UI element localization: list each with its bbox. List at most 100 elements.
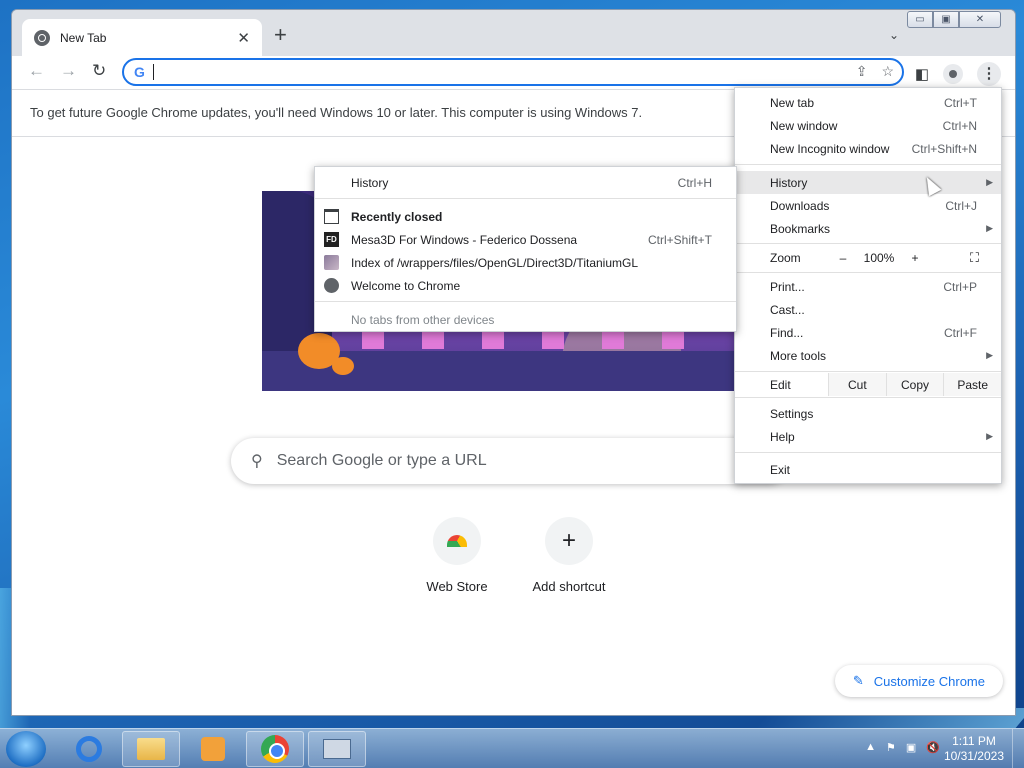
paste-button[interactable]: Paste (943, 373, 1002, 396)
menu-shortcut: Ctrl+N (942, 118, 977, 133)
start-orb-icon[interactable] (6, 731, 46, 767)
tab-strip: New Tab ✕ + ⌄ ▭ ▣ ✕ (12, 10, 1015, 56)
clock-date: 10/31/2023 (943, 749, 1004, 763)
menu-item-new-window[interactable]: New window Ctrl+N (735, 114, 1001, 137)
share-icon[interactable]: ⇪ (856, 63, 868, 80)
menu-divider (735, 164, 1001, 165)
menu-divider (315, 301, 736, 302)
taskbar: ▲ ⚑ ▣ 🔇 1:11 PM 10/31/2023 (0, 728, 1024, 768)
tab-title: New Tab (60, 30, 107, 45)
close-window-button[interactable]: ✕ (959, 11, 1001, 28)
menu-label: Index of /wrappers/files/OpenGL/Direct3D… (351, 255, 639, 270)
menu-edit-row: Edit Cut Copy Paste (735, 373, 1002, 396)
zoom-value: 100% (863, 250, 895, 265)
kebab-menu-icon[interactable]: ⋮ (977, 62, 1001, 86)
new-tab-button[interactable]: + (274, 24, 287, 46)
customize-chrome-button[interactable]: ✎ Customize Chrome (834, 665, 1003, 697)
menu-shortcut: Ctrl+P (943, 279, 977, 294)
menu-label: Mesa3D For Windows - Federico Dossena (351, 232, 578, 247)
ntp-search-box[interactable]: ⚲ Search Google or type a URL (231, 438, 791, 484)
recently-closed-item[interactable]: FD Mesa3D For Windows - Federico Dossena… (315, 228, 736, 251)
menu-label: More tools (770, 348, 827, 363)
menu-shortcut: Ctrl+T (944, 95, 977, 110)
shortcut-label: Web Store (426, 579, 488, 594)
menu-zoom-row: Zoom – 100% + ⛶ (735, 246, 1001, 269)
zoom-label: Zoom (770, 250, 801, 265)
menu-label: Print... (770, 279, 805, 294)
zoom-out-button[interactable]: – (830, 251, 856, 265)
fullscreen-icon[interactable]: ⛶ (970, 250, 979, 266)
menu-label: History (770, 175, 808, 190)
menu-item-bookmarks[interactable]: Bookmarks ▶ (735, 217, 1001, 240)
doodle-flag (662, 331, 684, 349)
show-desktop-button[interactable] (1012, 729, 1024, 768)
cut-button[interactable]: Cut (828, 373, 886, 396)
shortcut-web-store[interactable]: Web Store (401, 517, 513, 594)
menu-divider (735, 371, 1001, 372)
menu-label: Bookmarks (770, 221, 831, 236)
chrome-favicon-icon (34, 29, 50, 46)
windows-explorer-icon (137, 738, 165, 760)
maximize-button[interactable]: ▣ (933, 11, 959, 28)
zoom-in-button[interactable]: + (902, 251, 928, 265)
menu-item-exit[interactable]: Exit (735, 458, 1001, 481)
action-center-icon[interactable]: ⚑ (886, 741, 896, 754)
no-tabs-other-devices: No tabs from other devices (315, 308, 736, 331)
recently-closed-item[interactable]: Index of /wrappers/files/OpenGL/Direct3D… (315, 251, 736, 274)
jack-o-lantern-icon (332, 357, 354, 375)
show-hidden-icons-icon[interactable]: ▲ (865, 741, 876, 754)
menu-item-new-tab[interactable]: New tab Ctrl+T (735, 91, 1001, 114)
side-panel-icon[interactable]: ◧ (915, 65, 929, 83)
omnibox[interactable]: G ⇪ ☆ (122, 58, 904, 86)
tab-search-chevron-icon[interactable]: ⌄ (889, 28, 899, 42)
window-controls: ▭ ▣ ✕ (907, 11, 1001, 28)
taskbar-media-player[interactable] (184, 731, 242, 767)
taskbar-chrome[interactable] (246, 731, 304, 767)
menu-item-help[interactable]: Help ▶ (735, 425, 1001, 448)
menu-divider (735, 397, 1001, 398)
copy-button[interactable]: Copy (885, 373, 944, 396)
volume-muted-icon[interactable]: 🔇 (926, 741, 940, 754)
menu-item-new-incognito[interactable]: New Incognito window Ctrl+Shift+N (735, 137, 1001, 160)
recently-closed-item[interactable]: Welcome to Chrome (315, 274, 736, 297)
tab-close-icon[interactable]: ✕ (237, 29, 250, 47)
network-icon[interactable]: ▣ (906, 741, 916, 754)
forward-arrow-icon[interactable]: → (60, 61, 77, 81)
menu-label: No tabs from other devices (351, 312, 495, 327)
menu-divider (735, 452, 1001, 453)
menu-item-more-tools[interactable]: More tools ▶ (735, 344, 1001, 367)
taskbar-windows-explorer[interactable] (122, 731, 180, 767)
menu-item-cast[interactable]: Cast... (735, 298, 1001, 321)
back-arrow-icon[interactable]: ← (28, 61, 45, 81)
clock[interactable]: 1:11 PM 10/31/2023 (944, 734, 1004, 764)
star-icon[interactable]: ☆ (881, 63, 894, 80)
submenu-arrow-icon: ▶ (986, 177, 993, 187)
profile-icon[interactable] (943, 64, 963, 84)
system-tray: ▲ ⚑ ▣ 🔇 (865, 741, 940, 754)
taskbar-on-screen-keyboard[interactable] (308, 731, 366, 767)
window-icon (324, 209, 339, 224)
minimize-button[interactable]: ▭ (907, 11, 933, 28)
menu-label: New window (770, 118, 838, 133)
submenu-item-history[interactable]: History Ctrl+H (315, 171, 736, 194)
tab-new-tab[interactable]: New Tab ✕ (22, 19, 262, 56)
menu-shortcut: Ctrl+H (677, 175, 712, 190)
menu-item-print[interactable]: Print... Ctrl+P (735, 275, 1001, 298)
menu-item-history[interactable]: History ▶ (735, 171, 1001, 194)
text-caret (152, 64, 154, 80)
menu-shortcut: Ctrl+Shift+N (911, 141, 977, 156)
reload-icon[interactable]: ↻ (92, 61, 106, 81)
menu-item-find[interactable]: Find... Ctrl+F (735, 321, 1001, 344)
menu-item-settings[interactable]: Settings (735, 402, 1001, 425)
submenu-arrow-icon: ▶ (986, 350, 993, 360)
edit-label: Edit (770, 377, 791, 392)
shortcut-label: Add shortcut (532, 579, 606, 594)
menu-label: Help (770, 429, 795, 444)
menu-label: New tab (770, 95, 815, 110)
pencil-icon: ✎ (852, 673, 864, 688)
menu-label: History (351, 175, 389, 190)
taskbar-internet-explorer[interactable] (60, 731, 118, 767)
shortcut-add[interactable]: + Add shortcut (513, 517, 625, 594)
menu-item-downloads[interactable]: Downloads Ctrl+J (735, 194, 1001, 217)
menu-shortcut: Ctrl+J (945, 198, 977, 213)
